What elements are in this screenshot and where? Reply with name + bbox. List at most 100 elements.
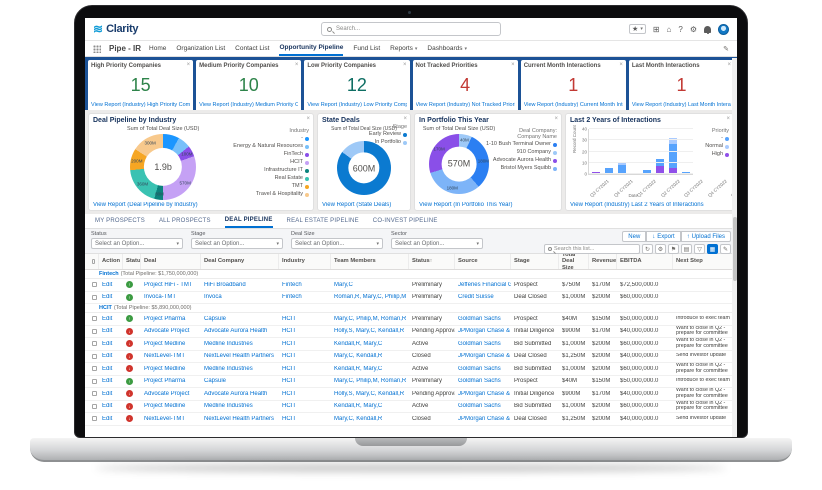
view-report-link[interactable]: View Report (Industry) Current Month Int… [524,102,623,108]
list-search-input[interactable]: Search this list... [544,244,640,254]
donut-chart[interactable]: 570M 40M180M180M170M [429,134,489,194]
team-members-link[interactable]: Kendall,R, Mary,C [331,403,409,409]
legend-item[interactable]: 910 Company [499,149,557,157]
team-members-link[interactable]: Roman,R, Mary,C, Philip,M [331,294,409,300]
close-icon[interactable]: × [403,62,407,68]
row-checkbox[interactable] [92,416,97,421]
source-link[interactable]: JPMorgan Chase & Co. [455,416,511,422]
edit-link[interactable]: Edit [99,403,123,409]
nav-tab-organization-list[interactable]: Organization List [176,41,225,56]
close-icon[interactable]: × [187,62,191,68]
legend-item[interactable]: Bristol Myers Squibb [499,165,557,173]
industry-link[interactable]: Fintech [279,294,331,300]
deal-company-link[interactable]: Advocate Aurora Health [201,391,279,397]
industry-link[interactable]: HCIT [279,353,331,359]
donut-chart[interactable]: 1.9b 100M570M80M360M200M300M [130,134,196,200]
edit-link[interactable]: Edit [99,341,123,347]
legend-item[interactable]: Travel & Hospitality [233,191,309,199]
source-link[interactable]: Goldman Sachs [455,341,511,347]
view-report-link[interactable]: View Report (Industry) Low Priority Comp… [307,102,406,108]
column-header-stage[interactable]: Stage [511,254,559,269]
legend-item[interactable]: Advocate Aurora Health [499,157,557,165]
column-header-status[interactable]: Status ↑ [409,254,455,269]
view-report-link[interactable]: View Report (Industry) Last 2 Years of I… [570,202,704,208]
industry-link[interactable]: HCIT [279,378,331,384]
close-icon[interactable]: × [726,116,730,122]
close-icon[interactable]: × [619,62,623,68]
add-icon[interactable]: ⊞ [653,25,660,34]
industry-link[interactable]: HCIT [279,316,331,322]
team-members-link[interactable]: Kendall,R, Mary,C [331,366,409,372]
new-button[interactable]: New [622,231,646,242]
edit-link[interactable]: Edit [99,353,123,359]
home-icon[interactable]: ⌂ [667,25,672,34]
industry-link[interactable]: Fintech [279,282,331,288]
team-members-link[interactable]: Mary,C [331,282,409,288]
edit-link[interactable]: Edit [99,378,123,384]
global-search-input[interactable]: Search... [321,22,501,36]
filter-icon[interactable]: ▽ [694,244,705,254]
legend-item[interactable]: High [695,151,729,159]
deal-company-link[interactable]: Medline Industries [201,366,279,372]
industry-link[interactable]: HCIT [279,341,331,347]
edit-link[interactable]: Edit [99,328,123,334]
edit-pencil-icon[interactable]: ✎ [723,45,729,53]
industry-link[interactable]: HCIT [279,403,331,409]
industry-link[interactable]: HCIT [279,366,331,372]
nav-tab-fund-list[interactable]: Fund List [353,41,380,56]
source-link[interactable]: Jefferies Financial Group [455,282,511,288]
setup-gear-icon[interactable]: ⚙ [690,25,697,34]
source-link[interactable]: JPMorgan Chase & Co. [455,391,511,397]
source-link[interactable]: Goldman Sachs [455,378,511,384]
row-checkbox[interactable] [92,295,97,300]
refresh-icon[interactable]: ↻ [642,244,653,254]
deal-link[interactable]: Project Pharma [141,378,201,384]
close-icon[interactable]: × [511,62,515,68]
view-report-link[interactable]: View Report (In Portfolio This Year) [419,202,513,208]
legend-item[interactable]: Normal [695,143,729,151]
filter-select[interactable]: Select an Option...▾ [191,238,283,249]
team-members-link[interactable]: Mary,C, Kendall,R [331,416,409,422]
close-icon[interactable]: × [728,62,732,68]
bar-chart[interactable]: 010203040 [588,129,693,175]
source-link[interactable]: Credit Suisse [455,294,511,300]
bar-q1-cy2023[interactable] [669,138,678,174]
legend-item[interactable]: Energy & Natural Resources [233,143,309,151]
avatar[interactable] [718,24,729,35]
pin-icon[interactable]: ⚑ [668,244,679,254]
tab-all-prospects[interactable]: ALL PROSPECTS [159,214,211,228]
source-link[interactable]: JPMorgan Chase & Co. [455,328,511,334]
legend-item[interactable]: - [695,135,729,143]
view-report-link[interactable]: View Report (Industry) High Priority Com… [91,102,190,108]
column-header-team-members[interactable]: Team Members [331,254,409,269]
column-header-status[interactable]: Status [123,254,141,269]
source-link[interactable]: Goldman Sachs [455,366,511,372]
row-checkbox[interactable] [92,282,97,287]
nav-tab-reports[interactable]: Reports▾ [390,41,417,56]
team-members-link[interactable]: Holly,S, Mary,C, Kendall,R [331,391,409,397]
close-icon[interactable]: × [403,116,407,122]
tab-co-invest-pipeline[interactable]: CO-INVEST PIPELINE [373,214,438,228]
filter-select[interactable]: Select an Option...▾ [91,238,183,249]
column-header-ebitda[interactable]: EBITDA [617,254,673,269]
close-icon[interactable]: × [295,62,299,68]
deal-company-link[interactable]: Medline Industries [201,341,279,347]
donut-chart[interactable]: 600M [337,141,391,195]
favorites-button[interactable]: ★▾ [629,24,646,34]
column-header-checkbox[interactable] [85,254,99,269]
deal-company-link[interactable]: NextLevel Health Partners [201,416,279,422]
row-checkbox[interactable] [92,329,97,334]
source-link[interactable]: Goldman Sachs [455,403,511,409]
edit-list-icon[interactable]: ✎ [720,244,731,254]
legend-item[interactable]: Real Estate [233,175,309,183]
settings-gear-icon[interactable]: ⚙ [655,244,666,254]
group-row[interactable]: HCIT(Total Pipeline: $5,890,000,000) [85,304,737,313]
view-report-link[interactable]: View Report (Deal Pipeline by Industry) [93,202,198,208]
column-header-industry[interactable]: Industry [279,254,331,269]
row-checkbox[interactable] [92,366,97,371]
edit-link[interactable]: Edit [99,294,123,300]
legend-item[interactable]: FinTech [233,151,309,159]
legend-item[interactable]: HCIT [233,159,309,167]
row-checkbox[interactable] [92,391,97,396]
deal-company-link[interactable]: Medline Industries [201,403,279,409]
